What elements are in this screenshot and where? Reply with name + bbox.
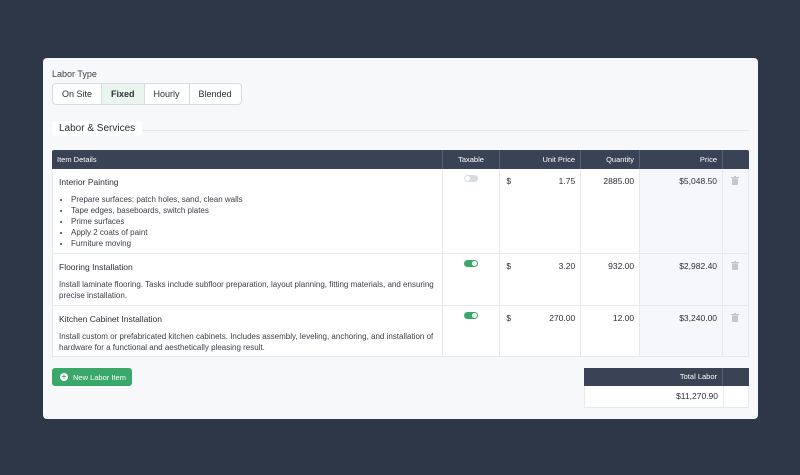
currency-symbol: $: [506, 176, 512, 186]
unit-price-value: 3.20: [558, 261, 576, 271]
section-divider: [52, 130, 749, 131]
header-item-details: Item Details: [52, 150, 443, 169]
price-cell: $5,048.50: [640, 169, 724, 253]
quantity-cell[interactable]: 12.00: [581, 306, 641, 356]
quantity-cell[interactable]: 932.00: [581, 254, 641, 305]
actions-cell: [723, 169, 749, 253]
item-name: Flooring Installation: [59, 262, 133, 272]
taxable-cell: [443, 306, 501, 356]
item-bullet: Prepare surfaces: patch holes, sand, cle…: [71, 194, 436, 205]
trash-icon[interactable]: [731, 176, 740, 185]
labor-type-fixed[interactable]: Fixed: [102, 84, 145, 104]
item-details-cell[interactable]: Flooring Installation Install laminate f…: [53, 254, 444, 305]
table-header: Item Details Taxable Unit Price Quantity…: [52, 150, 749, 169]
item-details-cell[interactable]: Interior Painting Prepare surfaces: patc…: [53, 169, 444, 253]
unit-price-value: 270.00: [549, 313, 576, 323]
labor-type-selector: On Site Fixed Hourly Blended: [52, 83, 242, 105]
item-bullets: Prepare surfaces: patch holes, sand, cle…: [71, 194, 436, 249]
actions-cell: [723, 254, 749, 305]
total-value: $11,270.90: [585, 386, 724, 407]
plus-circle-icon: +: [60, 372, 68, 381]
new-labor-item-button[interactable]: + New Labor Item: [52, 368, 132, 386]
unit-price-value: 1.75: [558, 176, 576, 186]
header-actions: [723, 150, 749, 169]
currency-symbol: $: [506, 261, 512, 271]
item-name: Kitchen Cabinet Installation: [59, 314, 163, 324]
header-taxable: Taxable: [443, 150, 500, 169]
table-row: Interior Painting Prepare surfaces: patc…: [52, 169, 749, 254]
currency-symbol: $: [506, 313, 512, 323]
price-cell: $3,240.00: [640, 306, 724, 356]
labor-type-on-site[interactable]: On Site: [53, 84, 103, 104]
item-bullet: Furniture moving: [71, 238, 436, 249]
header-price: Price: [640, 150, 723, 169]
taxable-cell: [443, 254, 501, 305]
quantity-cell[interactable]: 2885.00: [581, 169, 641, 253]
item-bullet: Apply 2 coats of paint: [71, 227, 436, 238]
labor-card: Labor Type On Site Fixed Hourly Blended …: [43, 58, 758, 419]
taxable-cell: [443, 169, 501, 253]
item-bullet: Prime surfaces: [71, 216, 436, 227]
actions-cell: [723, 306, 749, 356]
section-header: Labor & Services: [52, 121, 749, 136]
toggle-knob: [465, 176, 471, 181]
taxable-toggle[interactable]: [464, 312, 479, 319]
item-description: Install laminate flooring. Tasks include…: [59, 280, 434, 300]
toggle-knob: [472, 261, 478, 266]
labor-table: Item Details Taxable Unit Price Quantity…: [52, 150, 749, 357]
item-name: Interior Painting: [59, 177, 119, 187]
total-label: Total Labor: [584, 368, 723, 386]
taxable-toggle[interactable]: [464, 175, 479, 182]
unit-price-cell[interactable]: $ 270.00: [500, 306, 582, 356]
trash-icon[interactable]: [731, 313, 740, 322]
total-header: Total Labor: [584, 368, 749, 386]
header-quantity: Quantity: [581, 150, 640, 169]
item-description: Install custom or prefabricated kitchen …: [59, 332, 434, 352]
item-bullet: Tape edges, baseboards, switch plates: [71, 205, 436, 216]
unit-price-cell[interactable]: $ 3.20: [500, 254, 582, 305]
new-labor-item-label: New Labor Item: [73, 372, 126, 382]
total-value-row: $11,270.90: [584, 386, 749, 408]
section-title: Labor & Services: [52, 121, 143, 136]
header-unit-price: Unit Price: [500, 150, 581, 169]
unit-price-cell[interactable]: $ 1.75: [500, 169, 582, 253]
total-labor-box: Total Labor $11,270.90: [584, 368, 749, 408]
price-cell: $2,982.40: [640, 254, 724, 305]
trash-icon[interactable]: [731, 261, 740, 270]
labor-type-label: Labor Type: [52, 69, 97, 79]
table-row: Kitchen Cabinet Installation Install cus…: [52, 306, 749, 357]
item-details-cell[interactable]: Kitchen Cabinet Installation Install cus…: [53, 306, 444, 356]
taxable-toggle[interactable]: [464, 260, 479, 267]
labor-type-blended[interactable]: Blended: [190, 84, 241, 104]
labor-type-hourly[interactable]: Hourly: [145, 84, 190, 104]
table-row: Flooring Installation Install laminate f…: [52, 254, 749, 306]
toggle-knob: [472, 313, 478, 318]
